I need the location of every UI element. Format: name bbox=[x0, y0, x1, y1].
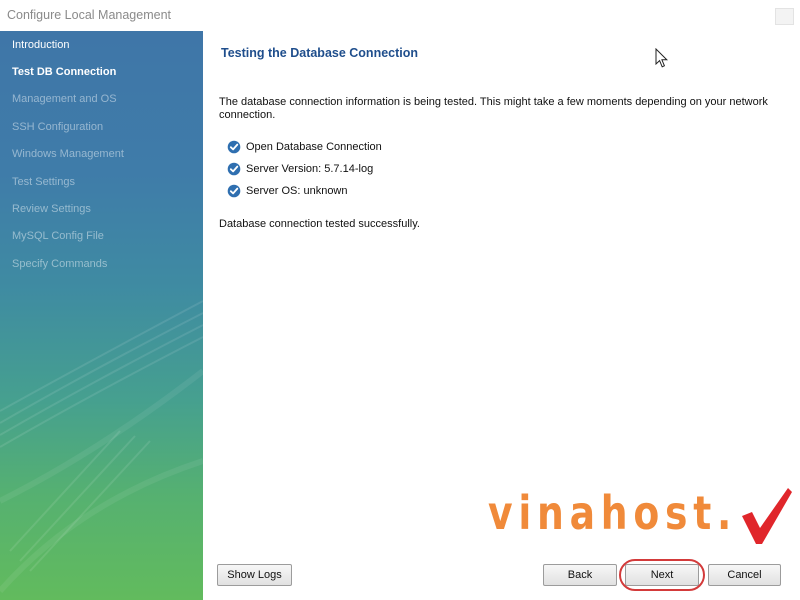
sidebar-item-test-settings: Test Settings bbox=[12, 176, 75, 188]
window-title: Configure Local Management bbox=[7, 8, 171, 22]
sidebar-item-windows-management: Windows Management bbox=[12, 148, 124, 160]
wizard-sidebar: Introduction Test DB Connection Manageme… bbox=[0, 31, 203, 600]
back-button[interactable]: Back bbox=[543, 564, 617, 586]
watermark-text: vinahost. bbox=[488, 486, 738, 540]
check-label: Server Version: 5.7.14-log bbox=[246, 163, 374, 175]
checkmark-icon bbox=[227, 162, 241, 176]
close-button[interactable] bbox=[775, 8, 794, 25]
page-description: The database connection information is b… bbox=[219, 96, 768, 121]
check-label: Server OS: unknown bbox=[246, 185, 348, 197]
mouse-cursor-icon bbox=[655, 48, 669, 68]
watermark-logo: vinahost. bbox=[488, 486, 800, 558]
checkmark-icon bbox=[227, 140, 241, 154]
sidebar-item-mysql-config-file: MySQL Config File bbox=[12, 230, 104, 242]
check-item-server-os: Server OS: unknown bbox=[227, 183, 348, 199]
cancel-button[interactable]: Cancel bbox=[708, 564, 781, 586]
checkmark-logo-icon bbox=[742, 488, 792, 544]
status-message: Database connection tested successfully. bbox=[219, 218, 420, 230]
title-bar: Configure Local Management bbox=[0, 0, 800, 31]
check-label: Open Database Connection bbox=[246, 141, 382, 153]
sidebar-decoration bbox=[0, 300, 203, 593]
sidebar-item-specify-commands: Specify Commands bbox=[12, 258, 108, 270]
checkmark-icon bbox=[227, 184, 241, 198]
check-item-server-version: Server Version: 5.7.14-log bbox=[227, 161, 373, 177]
sidebar-item-review-settings: Review Settings bbox=[12, 203, 91, 215]
sidebar-item-test-db-connection: Test DB Connection bbox=[12, 66, 117, 78]
sidebar-item-ssh-configuration: SSH Configuration bbox=[12, 121, 104, 133]
sidebar-item-management-and-os: Management and OS bbox=[12, 93, 117, 105]
page-title: Testing the Database Connection bbox=[221, 46, 419, 60]
check-item-open-connection: Open Database Connection bbox=[227, 139, 382, 155]
show-logs-button[interactable]: Show Logs bbox=[217, 564, 292, 586]
sidebar-item-introduction: Introduction bbox=[12, 39, 70, 51]
next-button-highlight bbox=[619, 559, 705, 591]
